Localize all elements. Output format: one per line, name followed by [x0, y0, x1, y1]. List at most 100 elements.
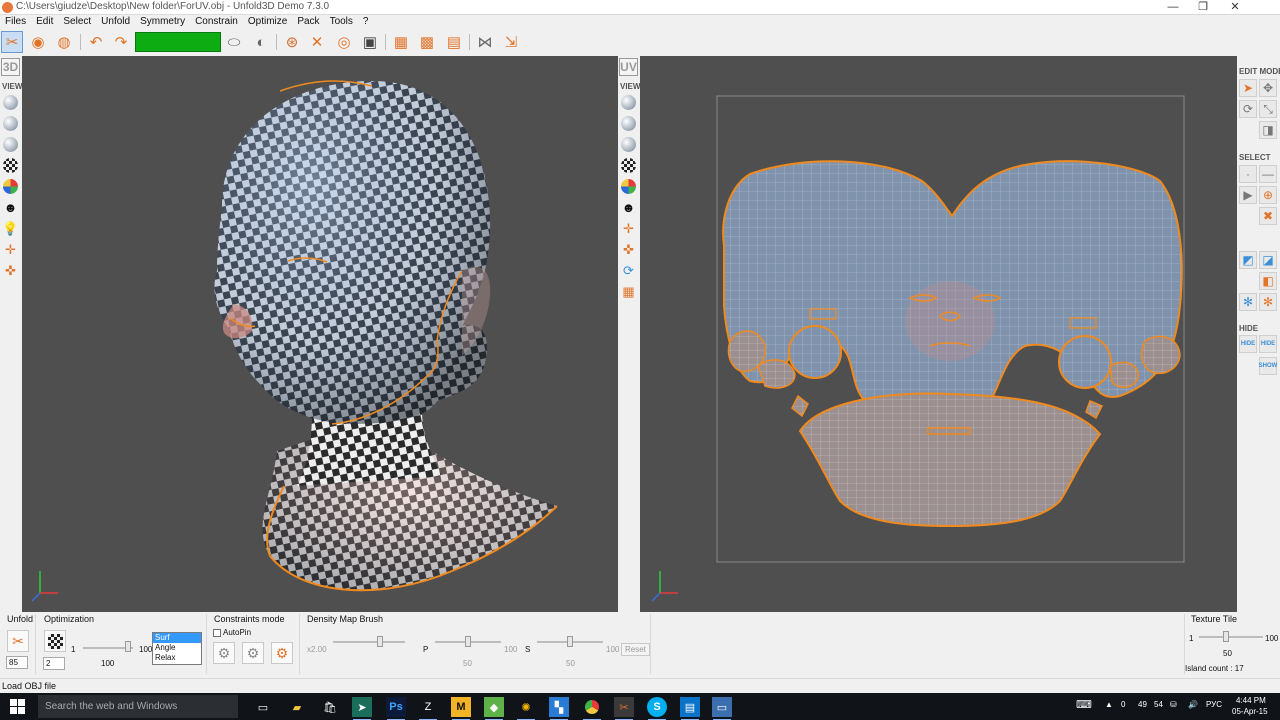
tray-arrow-icon[interactable]: ▲ [1105, 700, 1113, 709]
move-tool-icon[interactable]: ✥ [1259, 79, 1277, 97]
optimization-mode-list[interactable]: Surf Angle Relax [152, 632, 202, 665]
unfold-run-icon[interactable]: ✂ [7, 630, 29, 652]
move-icon[interactable]: ✜ [1, 261, 20, 280]
density-slider-thumb[interactable] [377, 636, 383, 647]
uv-viewport[interactable] [640, 56, 1237, 612]
density-reset-button[interactable]: Reset [621, 643, 650, 656]
deselect-icon[interactable]: ✖ [1259, 207, 1277, 225]
menu-unfold[interactable]: Unfold [96, 15, 135, 29]
network-icon[interactable]: ⛁ [1170, 700, 1177, 709]
show-all-button[interactable]: SHOW [1259, 357, 1277, 375]
app-14-icon[interactable]: ▭ [712, 697, 732, 720]
flip-tool-icon[interactable]: ◨ [1259, 121, 1277, 139]
island-select-icon[interactable]: ⊕ [1259, 186, 1277, 204]
cut-edges-icon[interactable]: ⊛ [281, 31, 303, 53]
pressure-slider-thumb[interactable] [465, 636, 471, 647]
wire-sphere-icon[interactable] [1, 114, 20, 133]
ring-select-icon[interactable]: ✻ [1239, 293, 1257, 311]
app-13-icon[interactable]: ▤ [680, 697, 700, 720]
unfold3d-task-icon[interactable]: ✂ [614, 697, 634, 720]
task-view-icon[interactable]: ▭ [253, 697, 273, 717]
color-sphere-icon[interactable] [1, 177, 20, 196]
checker-sphere-icon[interactable] [1, 156, 20, 175]
light-bulb-icon[interactable]: 💡 [1, 219, 20, 238]
menu-tools[interactable]: Tools [325, 15, 358, 29]
axis-icon[interactable]: ✛ [1, 240, 20, 259]
snapshot-icon[interactable]: ▣ [359, 31, 381, 53]
uv-grid-icon[interactable]: ▦ [619, 282, 638, 301]
menu-symmetry[interactable]: Symmetry [135, 15, 190, 29]
vertex-select-icon[interactable]: · [1239, 165, 1257, 183]
keyboard-icon[interactable]: ⌨ [1076, 698, 1092, 711]
symmetry-icon[interactable]: ⋈ [474, 31, 496, 53]
align-icon[interactable]: ⇲ [500, 31, 522, 53]
app-7-icon[interactable]: ◆ [484, 697, 504, 720]
zbrush-icon[interactable]: Z [418, 697, 438, 720]
rotate-tool-icon[interactable]: ⟳ [1239, 100, 1257, 118]
hide-selected-button[interactable]: HIDE [1239, 335, 1257, 353]
size-slider-thumb[interactable] [567, 636, 573, 647]
language-indicator[interactable]: РУС [1206, 700, 1222, 709]
menu-edit[interactable]: Edit [31, 15, 58, 29]
menu-pack[interactable]: Pack [292, 15, 324, 29]
grow-select-icon[interactable]: ◩ [1239, 251, 1257, 269]
taskbar-search-input[interactable]: Search the web and Windows [38, 695, 238, 718]
weld-icon[interactable]: ✕ [306, 31, 328, 53]
texture-tile-slider-thumb[interactable] [1223, 631, 1229, 642]
optimization-spinner[interactable]: 2 [43, 657, 65, 670]
pin-gear-2-icon[interactable]: ⚙ [242, 642, 264, 664]
select-arrow-icon[interactable]: ➤ [1239, 79, 1257, 97]
optimization-slider-thumb[interactable] [125, 641, 131, 652]
pin-gear-icon[interactable]: ⚙ [213, 642, 235, 664]
menu-constrain[interactable]: Constrain [190, 15, 243, 29]
uv-checker-sphere-icon[interactable] [619, 156, 638, 175]
grid-sphere-icon[interactable] [1, 135, 20, 154]
face-select-icon[interactable]: ▶ [1239, 186, 1257, 204]
chrome-icon[interactable] [582, 697, 602, 720]
close-button[interactable]: ✕ [1220, 0, 1250, 14]
undo-icon[interactable]: ↶ [85, 31, 107, 53]
uv-wire-sphere-icon[interactable] [619, 114, 638, 133]
menu-select[interactable]: Select [58, 15, 96, 29]
cut-mode-icon[interactable]: ✂ [1, 31, 23, 53]
stop-icon[interactable]: ◎ [333, 31, 355, 53]
scale-tool-icon[interactable]: ⤡ [1259, 100, 1277, 118]
uv-rotate-icon[interactable]: ⟳ [619, 261, 638, 280]
app-8-icon[interactable]: ✺ [516, 697, 536, 720]
loop-select-icon[interactable]: ◧ [1259, 272, 1277, 290]
uv-color-sphere-icon[interactable] [619, 177, 638, 196]
menu-help[interactable]: ? [358, 15, 374, 29]
app-3-icon[interactable]: ➤ [352, 697, 372, 720]
camera-icon[interactable]: ⬭ [223, 31, 245, 53]
minimize-button[interactable]: — [1158, 0, 1188, 14]
uv-move-icon[interactable]: ✜ [619, 240, 638, 259]
file-explorer-icon[interactable]: ▰ [287, 697, 307, 717]
opt-mode-angle[interactable]: Angle [153, 643, 201, 653]
menu-optimize[interactable]: Optimize [243, 15, 292, 29]
shrink-select-icon[interactable]: ◪ [1259, 251, 1277, 269]
volume-icon[interactable]: 🔊 [1188, 700, 1198, 709]
similar-select-icon[interactable]: ✻ [1259, 293, 1277, 311]
redo-icon[interactable]: ↷ [110, 31, 132, 53]
store-icon[interactable]: 🛍 [320, 697, 340, 717]
pack-icon[interactable]: ▦ [390, 31, 412, 53]
optimize-run-icon[interactable] [44, 630, 66, 652]
reset-view-icon[interactable]: ◐ [250, 31, 272, 53]
opt-mode-surf[interactable]: Surf [153, 633, 201, 643]
pack-settings-icon[interactable]: ▤ [443, 31, 465, 53]
menu-files[interactable]: Files [0, 15, 31, 29]
marmoset-icon[interactable]: M [451, 697, 471, 720]
opt-mode-relax[interactable]: Relax [153, 653, 201, 663]
shaded-sphere-icon[interactable] [1, 93, 20, 112]
maximize-button[interactable]: ❐ [1188, 0, 1218, 14]
windows-start-icon[interactable] [10, 699, 26, 715]
uv-shaded-sphere-icon[interactable] [619, 93, 638, 112]
uv-grid-sphere-icon[interactable] [619, 135, 638, 154]
unfold-iterations-spinner[interactable]: 85 [6, 656, 28, 669]
hide-unselected-button[interactable]: HIDE [1259, 335, 1277, 353]
head-icon[interactable]: ☻ [1, 198, 20, 217]
uv-head-icon[interactable]: ☻ [619, 198, 638, 217]
app-9-icon[interactable]: ▚ [549, 697, 569, 720]
autopin-checkbox[interactable] [213, 629, 221, 637]
3d-viewport[interactable] [22, 56, 618, 612]
